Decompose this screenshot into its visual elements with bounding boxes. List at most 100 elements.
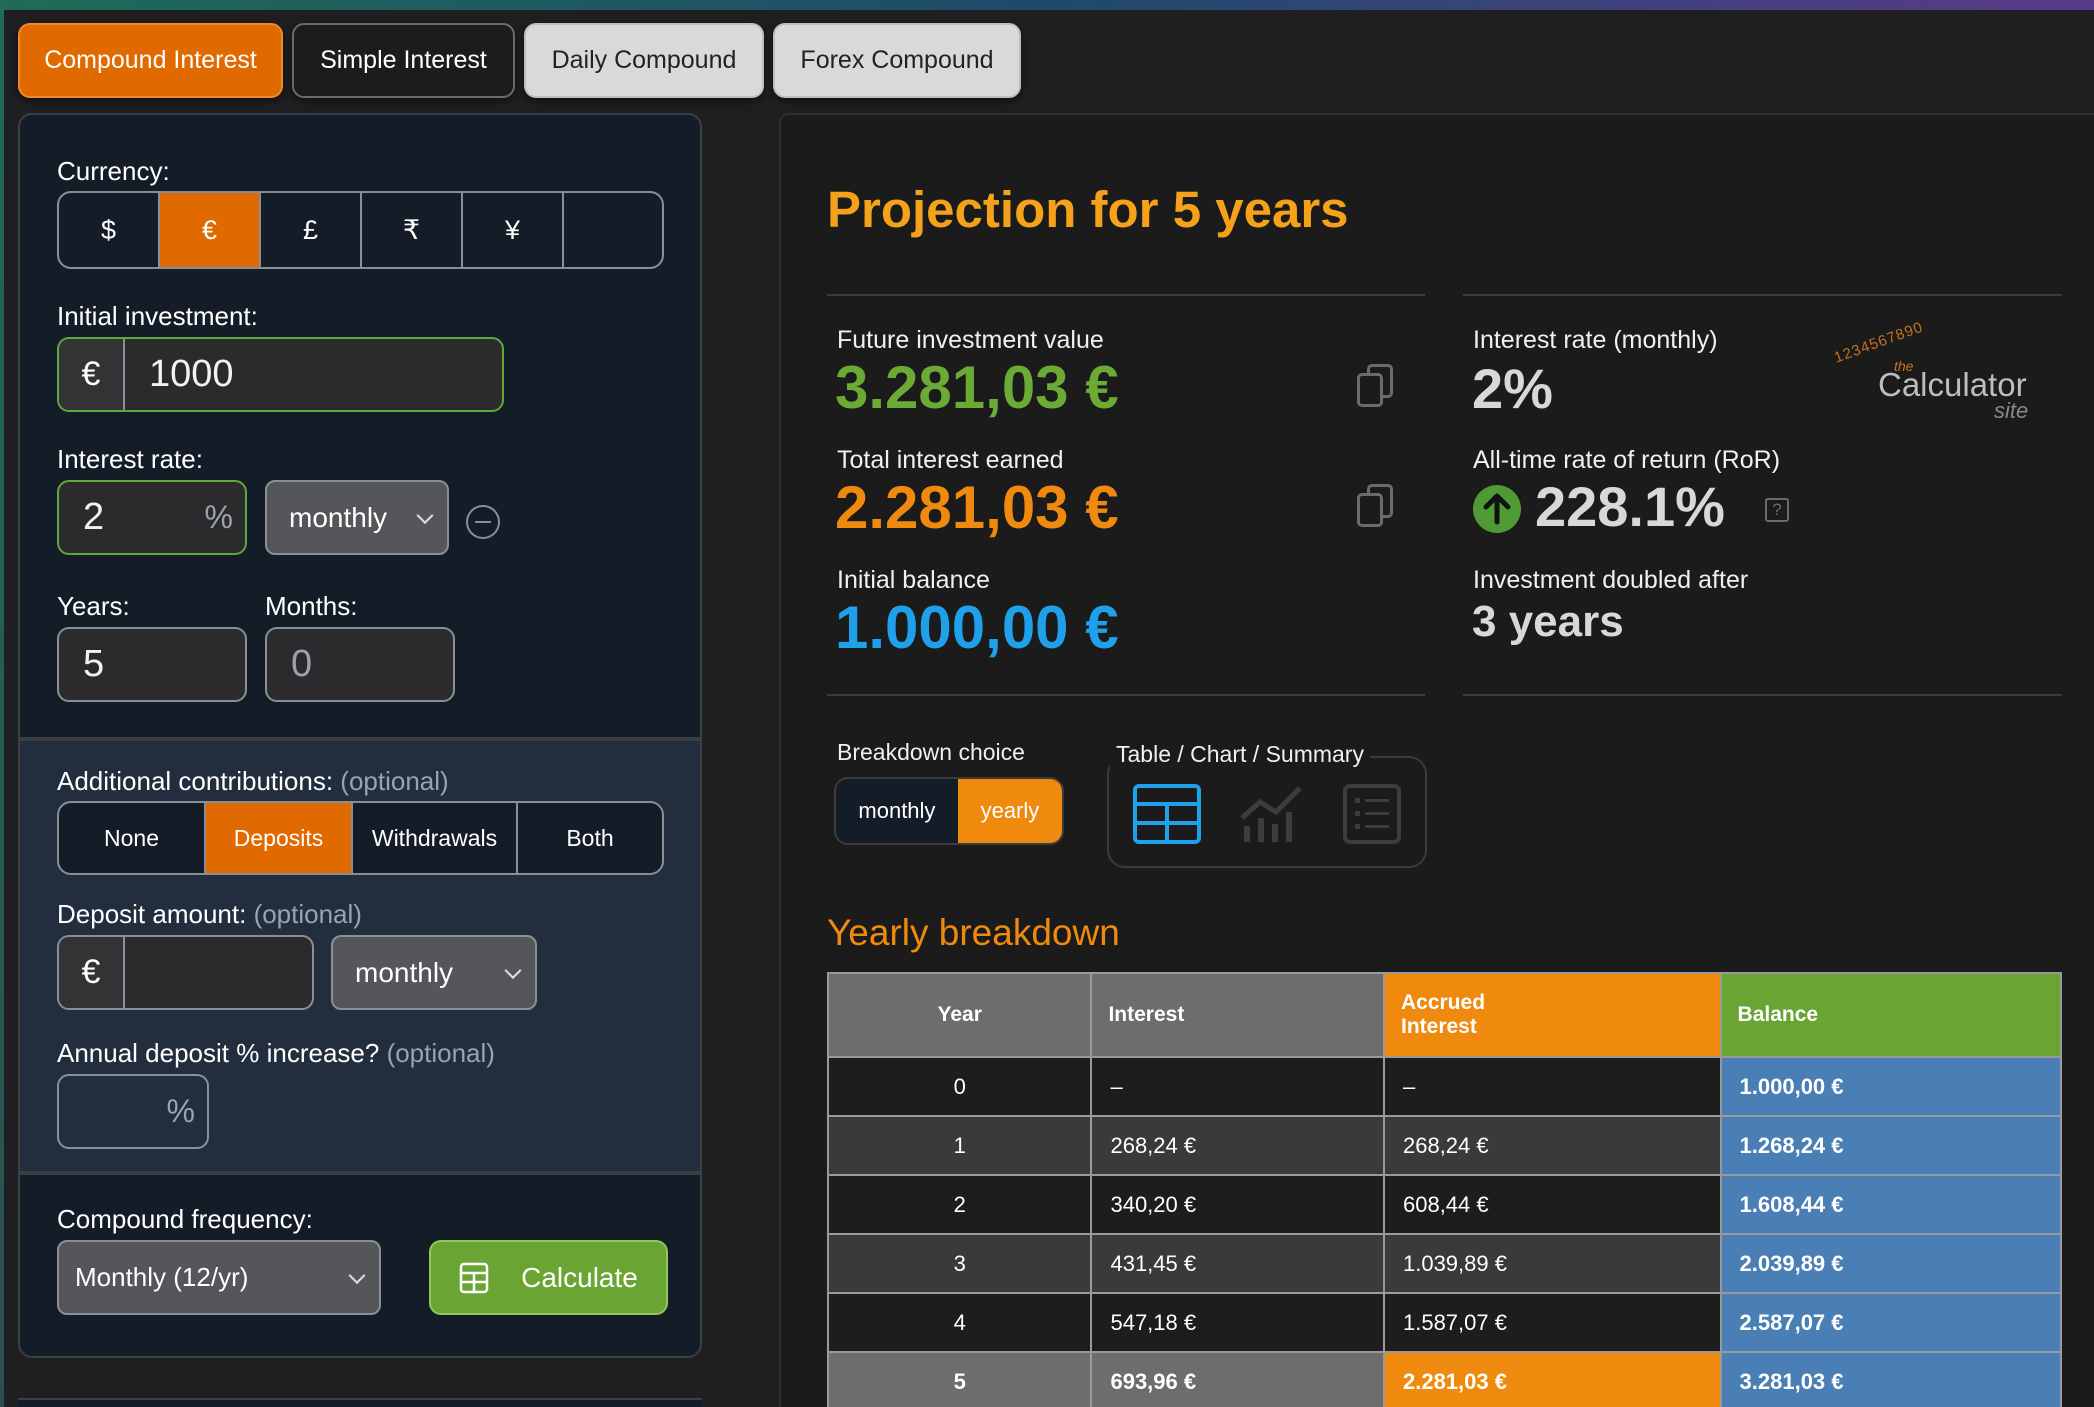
cell-year: 5 <box>826 1351 1093 1407</box>
table-row: 3 431,45 € 1.039,89 € 2.039,89 € <box>826 1233 2063 1294</box>
cell-year: 3 <box>826 1233 1093 1294</box>
results-title: Projection for 5 years <box>827 181 1349 238</box>
window-top-border <box>0 0 2094 10</box>
breakdown-choice-label: Breakdown choice <box>837 739 1025 765</box>
cell-balance: 2.587,07 € <box>1719 1292 2063 1353</box>
remove-circle-icon[interactable] <box>466 505 500 539</box>
annual-increase-field[interactable]: % <box>57 1074 209 1149</box>
currency-prefix: € <box>59 339 125 410</box>
initial-balance-value: 1.000,00 € <box>835 594 1119 661</box>
years-value[interactable]: 5 <box>83 643 104 686</box>
chevron-down-icon <box>416 506 434 524</box>
optional-note: (optional) <box>253 899 362 929</box>
years-label: Years: <box>57 591 130 621</box>
chart-view-icon[interactable] <box>1238 782 1304 844</box>
currency-jpy[interactable]: ¥ <box>463 193 564 267</box>
currency-other[interactable] <box>564 193 662 267</box>
cell-year: 2 <box>826 1174 1093 1235</box>
cell-year: 0 <box>826 1056 1093 1117</box>
tab-simple-interest[interactable]: Simple Interest <box>292 23 515 98</box>
deposit-period-select[interactable]: monthly <box>331 935 537 1010</box>
cell-balance: 1.268,24 € <box>1719 1115 2063 1176</box>
tab-daily-compound[interactable]: Daily Compound <box>524 23 764 98</box>
table-row: 2 340,20 € 608,44 € 1.608,44 € <box>826 1174 2063 1235</box>
chevron-down-icon <box>348 1266 366 1284</box>
table-view-icon[interactable] <box>1133 784 1201 844</box>
cell-accrued: 1.039,89 € <box>1382 1233 1722 1294</box>
percent-suffix: % <box>204 499 233 535</box>
doubled-after-label: Investment doubled after <box>1473 566 1749 594</box>
currency-eur[interactable]: € <box>160 193 261 267</box>
copy-icon[interactable] <box>1357 484 1395 528</box>
months-field[interactable]: 0 <box>265 627 455 702</box>
initial-investment-value[interactable]: 1000 <box>125 353 234 396</box>
rate-period-select[interactable]: monthly <box>265 480 449 555</box>
cell-accrued: 268,24 € <box>1382 1115 1722 1176</box>
currency-usd[interactable]: $ <box>59 193 160 267</box>
cell-interest: – <box>1090 1056 1385 1117</box>
contrib-withdrawals[interactable]: Withdrawals <box>353 803 518 873</box>
deposit-amount-label: Deposit amount: (optional) <box>57 899 362 930</box>
total-interest-value: 2.281,03 € <box>835 474 1119 541</box>
percent-suffix: % <box>166 1093 195 1129</box>
table-header-year: Year <box>826 972 1093 1058</box>
help-icon[interactable]: ? <box>1765 498 1789 522</box>
months-label: Months: <box>265 591 358 621</box>
years-field[interactable]: 5 <box>57 627 247 702</box>
initial-investment-label: Initial investment: <box>57 301 258 331</box>
view-choice-label: Table / Chart / Summary <box>1110 741 1370 768</box>
contrib-deposits[interactable]: Deposits <box>206 803 353 873</box>
calculate-label: Calculate <box>521 1261 638 1293</box>
table-row-total: 5 693,96 € 2.281,03 € 3.281,03 € <box>826 1351 2063 1407</box>
cell-balance: 1.608,44 € <box>1719 1174 2063 1235</box>
breakdown-monthly[interactable]: monthly <box>836 779 958 843</box>
interest-rate-label: Interest rate: <box>57 444 203 474</box>
cell-interest: 547,18 € <box>1090 1292 1385 1353</box>
deposit-amount-field[interactable]: € <box>57 935 314 1010</box>
deposit-amount-label-text: Deposit amount: <box>57 899 247 929</box>
table-row: 1 268,24 € 268,24 € 1.268,24 € <box>826 1115 2063 1176</box>
interest-rate-result-label: Interest rate (monthly) <box>1473 326 1718 354</box>
cell-balance: 2.039,89 € <box>1719 1233 2063 1294</box>
compound-frequency-label: Compound frequency: <box>57 1204 313 1234</box>
compound-frequency-select[interactable]: Monthly (12/yr) <box>57 1240 381 1315</box>
breakdown-toggle: monthly yearly <box>834 777 1064 845</box>
future-value-label: Future investment value <box>837 326 1104 354</box>
cell-accrued: – <box>1382 1056 1722 1117</box>
currency-inr[interactable]: ₹ <box>362 193 463 267</box>
breakdown-table-title: Yearly breakdown <box>827 912 1120 953</box>
currency-prefix: € <box>59 937 125 1008</box>
summary-view-icon[interactable] <box>1343 784 1401 844</box>
table-row: 4 547,18 € 1.587,07 € 2.587,07 € <box>826 1292 2063 1353</box>
tab-compound-interest[interactable]: Compound Interest <box>18 23 283 98</box>
form-lower-panel <box>18 1398 702 1407</box>
deposit-period-value: monthly <box>355 956 454 988</box>
breakdown-yearly[interactable]: yearly <box>957 779 1062 843</box>
currency-gbp[interactable]: £ <box>261 193 362 267</box>
window-left-border <box>0 0 4 1407</box>
doubled-after-value: 3 years <box>1472 597 1624 646</box>
currency-label: Currency: <box>57 156 170 186</box>
divider <box>827 694 1425 696</box>
contributions-label: Additional contributions: (optional) <box>57 766 449 797</box>
rate-period-value: monthly <box>289 501 388 533</box>
table-header-accrued: Accrued Interest <box>1382 972 1722 1058</box>
contrib-none[interactable]: None <box>59 803 206 873</box>
copy-icon[interactable] <box>1357 364 1395 408</box>
calculator-form <box>18 113 702 1358</box>
cell-interest: 693,96 € <box>1090 1351 1385 1407</box>
interest-rate-result-value: 2% <box>1472 357 1553 420</box>
optional-note: (optional) <box>386 1038 495 1068</box>
initial-investment-field[interactable]: € 1000 <box>57 337 504 412</box>
the-calculator-site-logo: 1234567890 the Calculator site <box>1812 319 2042 428</box>
calculate-button[interactable]: Calculate <box>429 1240 668 1315</box>
contributions-selector: None Deposits Withdrawals Both <box>57 801 664 875</box>
contrib-both[interactable]: Both <box>518 803 662 873</box>
months-value[interactable]: 0 <box>291 643 312 686</box>
interest-rate-field[interactable]: 2 % <box>57 480 247 555</box>
cell-balance: 1.000,00 € <box>1719 1056 2063 1117</box>
tab-forex-compound[interactable]: Forex Compound <box>773 23 1021 98</box>
cell-interest: 431,45 € <box>1090 1233 1385 1294</box>
calculator-icon <box>459 1262 489 1293</box>
interest-rate-value[interactable]: 2 <box>83 496 104 539</box>
